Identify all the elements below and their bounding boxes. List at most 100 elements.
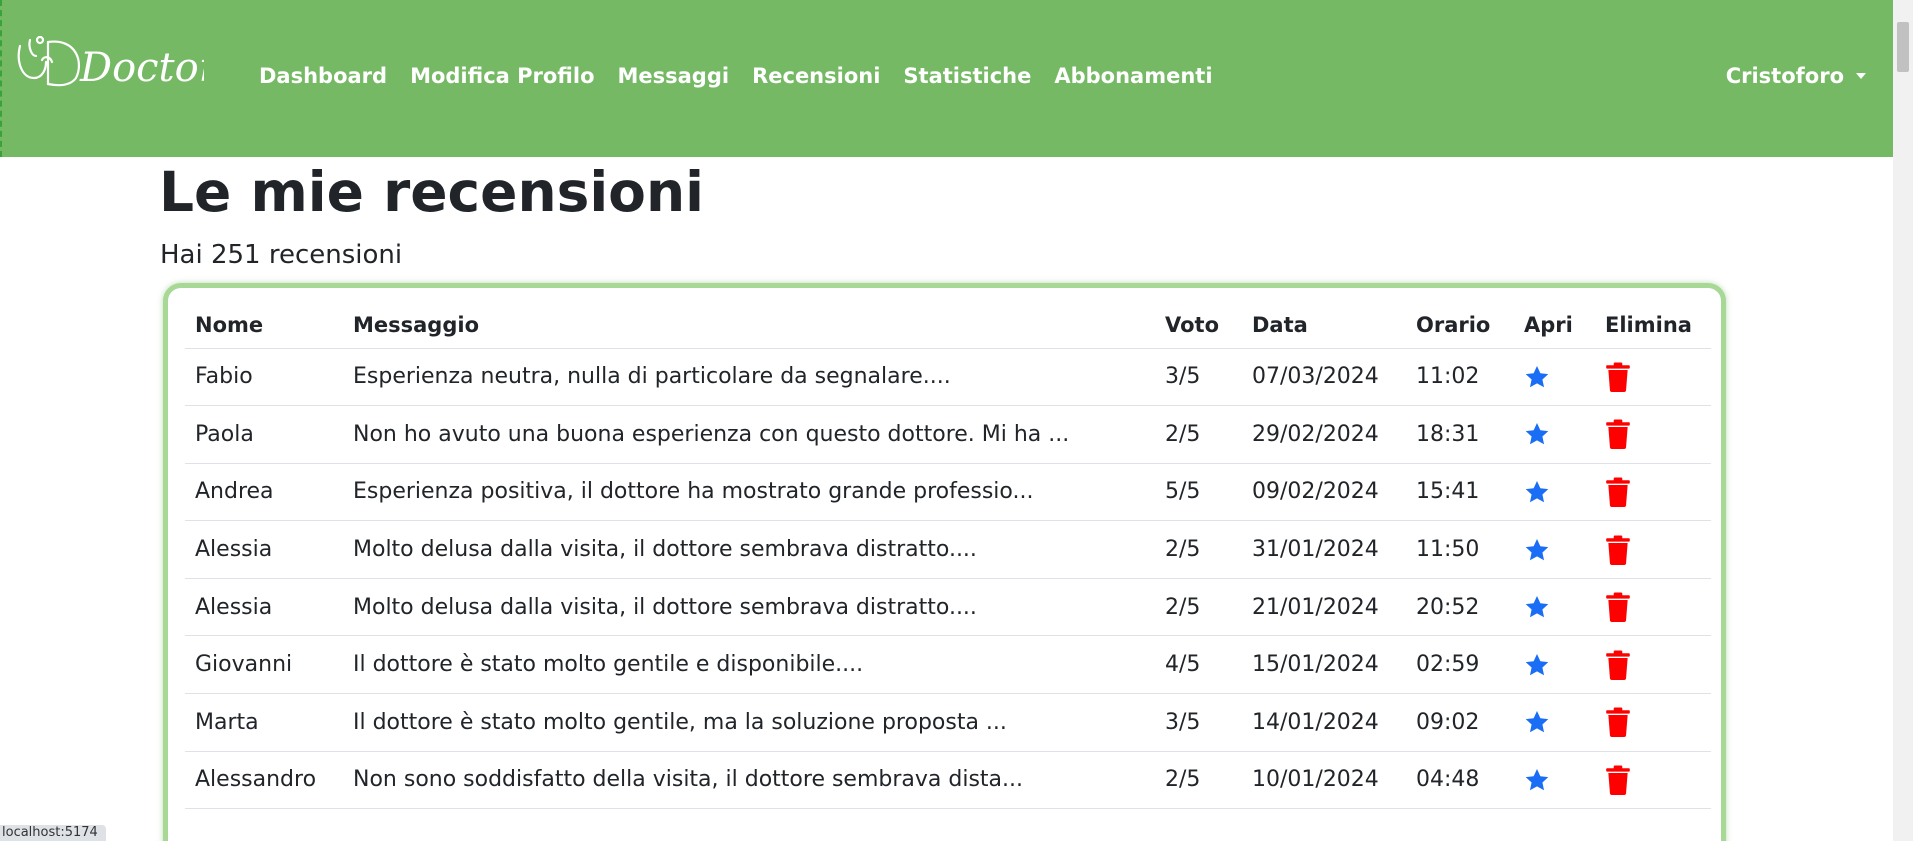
cell-data: 15/01/2024 [1242, 635, 1406, 695]
trash-icon[interactable] [1605, 477, 1631, 507]
trash-icon[interactable] [1605, 535, 1631, 565]
cell-nome: Marta [185, 693, 343, 752]
header-nome: Nome [185, 302, 343, 349]
cell-data: 14/01/2024 [1242, 693, 1406, 752]
open-review-button[interactable] [1514, 348, 1595, 407]
trash-icon[interactable] [1605, 419, 1631, 450]
nav-dashboard[interactable]: Dashboard [259, 64, 387, 88]
cell-data: 21/01/2024 [1242, 578, 1406, 637]
cell-orario: 11:50 [1406, 520, 1514, 579]
nav-abbonamenti[interactable]: Abbonamenti [1054, 64, 1212, 88]
cell-messaggio: Esperienza positiva, il dottore ha mostr… [343, 463, 1155, 522]
delete-review-button[interactable] [1595, 635, 1711, 695]
table-row: Fabio Esperienza neutra, nulla di partico… [185, 348, 1711, 407]
cell-voto: 3/5 [1155, 348, 1242, 407]
header-orario: Orario [1406, 302, 1514, 349]
table-row: Andrea Esperienza positiva, il dottore ha… [185, 463, 1711, 522]
cell-messaggio: Molto delusa dalla visita, il dottore se… [343, 520, 1155, 579]
open-review-button[interactable] [1514, 463, 1595, 522]
cell-voto: 2/5 [1155, 520, 1242, 579]
nav-statistiche[interactable]: Statistiche [903, 64, 1031, 88]
open-review-button[interactable] [1514, 405, 1595, 464]
star-icon[interactable] [1524, 709, 1550, 735]
table-header-row: Nome Messaggio Voto Data Orario Apri Eli… [185, 302, 1711, 349]
cell-messaggio: Non sono soddisfatto della visita, il do… [343, 751, 1155, 810]
cell-voto: 2/5 [1155, 405, 1242, 464]
cell-voto: 5/5 [1155, 463, 1242, 522]
delete-review-button[interactable] [1595, 578, 1711, 637]
table-row: Marta Il dottore è stato molto gentile, m… [185, 693, 1711, 752]
cell-orario: 09:02 [1406, 693, 1514, 752]
cell-nome: Fabio [185, 348, 343, 407]
star-icon[interactable] [1524, 421, 1550, 447]
cell-orario: 15:41 [1406, 463, 1514, 522]
star-icon[interactable] [1524, 767, 1550, 793]
header-apri: Apri [1514, 302, 1595, 349]
logo-stethoscope-icon: Doctors [17, 35, 204, 91]
cell-messaggio: Non ho avuto una buona esperienza con qu… [343, 405, 1155, 464]
cell-voto: 2/5 [1155, 751, 1242, 810]
doctors-logo[interactable]: Doctors [14, 26, 204, 96]
header-data: Data [1242, 302, 1406, 349]
cell-data: 31/01/2024 [1242, 520, 1406, 579]
cell-nome: Paola [185, 405, 343, 464]
nav-recensioni[interactable]: Recensioni [752, 64, 880, 88]
star-icon[interactable] [1524, 364, 1550, 390]
delete-review-button[interactable] [1595, 693, 1711, 752]
star-icon[interactable] [1524, 652, 1550, 678]
table-row: Paola Non ho avuto una buona esperienza c… [185, 405, 1711, 464]
trash-icon[interactable] [1605, 592, 1631, 623]
open-review-button[interactable] [1514, 751, 1595, 810]
cell-voto: 3/5 [1155, 693, 1242, 752]
delete-review-button[interactable] [1595, 348, 1711, 407]
open-review-button[interactable] [1514, 693, 1595, 752]
cell-data: 09/02/2024 [1242, 463, 1406, 522]
chevron-down-icon [1856, 73, 1866, 79]
nav-messaggi[interactable]: Messaggi [618, 64, 730, 88]
cell-orario: 20:52 [1406, 578, 1514, 637]
star-icon[interactable] [1524, 537, 1550, 563]
cell-nome: Giovanni [185, 635, 343, 695]
cell-data: 10/01/2024 [1242, 751, 1406, 810]
user-name: Cristoforo [1725, 64, 1844, 88]
delete-review-button[interactable] [1595, 405, 1711, 464]
header-messaggio: Messaggio [343, 302, 1155, 349]
header-voto: Voto [1155, 302, 1242, 349]
trash-icon[interactable] [1605, 650, 1631, 680]
open-review-button[interactable] [1514, 578, 1595, 637]
page-scrollbar[interactable] [1893, 0, 1913, 841]
reviews-table: Nome Messaggio Voto Data Orario Apri Eli… [185, 302, 1711, 810]
table-row: Alessia Molto delusa dalla visita, il dot… [185, 520, 1711, 579]
nav-modifica-profilo[interactable]: Modifica Profilo [410, 64, 594, 88]
svg-text:Doctors: Doctors [79, 45, 204, 91]
cell-nome: Alessia [185, 520, 343, 579]
open-review-button[interactable] [1514, 635, 1595, 695]
user-menu-dropdown[interactable]: Cristoforo [1726, 64, 1866, 88]
cell-nome: Andrea [185, 463, 343, 522]
trash-icon[interactable] [1605, 707, 1631, 738]
cell-nome: Alessia [185, 578, 343, 637]
cell-data: 07/03/2024 [1242, 348, 1406, 407]
star-icon[interactable] [1524, 479, 1550, 505]
delete-review-button[interactable] [1595, 520, 1711, 579]
cell-nome: Alessandro [185, 751, 343, 810]
cell-data: 29/02/2024 [1242, 405, 1406, 464]
star-icon[interactable] [1524, 594, 1550, 620]
cell-messaggio: Molto delusa dalla visita, il dottore se… [343, 578, 1155, 637]
open-review-button[interactable] [1514, 520, 1595, 579]
table-row: Alessia Molto delusa dalla visita, il dot… [185, 578, 1711, 637]
delete-review-button[interactable] [1595, 751, 1711, 810]
cell-orario: 02:59 [1406, 635, 1514, 695]
header-elimina: Elimina [1595, 302, 1711, 349]
delete-review-button[interactable] [1595, 463, 1711, 522]
main-navigation: Dashboard Modifica Profilo Messaggi Rece… [259, 64, 1236, 88]
cell-voto: 2/5 [1155, 578, 1242, 637]
trash-icon[interactable] [1605, 362, 1631, 392]
scrollbar-thumb[interactable] [1897, 22, 1909, 72]
cell-messaggio: Il dottore è stato molto gentile e dispo… [343, 635, 1155, 695]
reviews-card: Nome Messaggio Voto Data Orario Apri Eli… [163, 283, 1726, 841]
table-row: Giovanni Il dottore è stato molto gentile… [185, 635, 1711, 695]
trash-icon[interactable] [1605, 765, 1631, 795]
cell-orario: 11:02 [1406, 348, 1514, 407]
reviews-count: Hai 251 recensioni [160, 240, 403, 270]
